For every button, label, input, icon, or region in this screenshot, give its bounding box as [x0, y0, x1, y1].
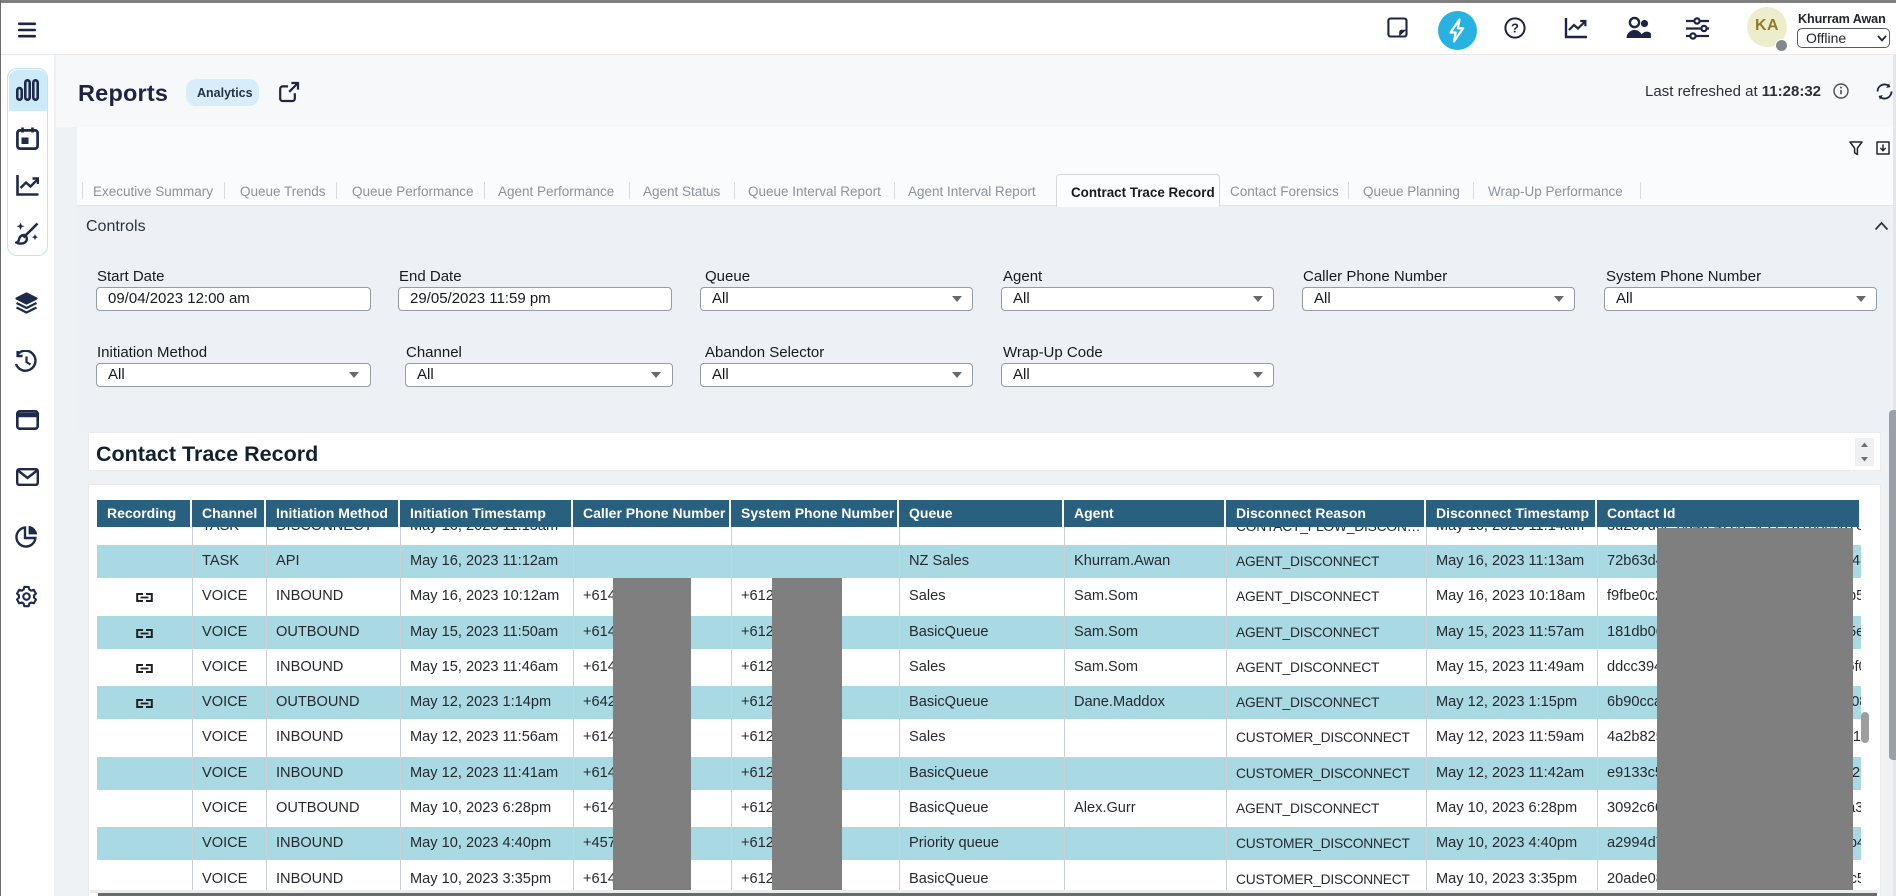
svg-text:?: ? [1511, 21, 1519, 36]
